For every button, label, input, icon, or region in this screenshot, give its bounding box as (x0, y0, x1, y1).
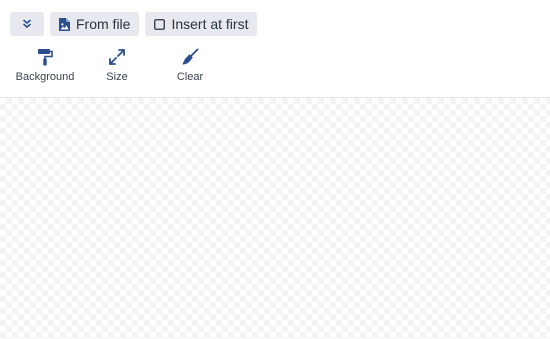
double-chevron-down-icon (22, 16, 32, 32)
tool-background[interactable]: Background (16, 46, 74, 83)
paint-roller-icon (37, 46, 53, 68)
from-file-label: From file (76, 16, 131, 32)
collapse-toolbar-button[interactable] (10, 12, 44, 36)
toolbar: From file Insert at first Background Siz… (0, 0, 550, 98)
from-file-button[interactable]: From file (50, 12, 140, 36)
tool-clear-label: Clear (176, 71, 204, 83)
tool-clear[interactable]: Clear (176, 46, 204, 83)
tool-row: Background Size Clear (0, 46, 550, 90)
insert-at-first-toggle[interactable]: Insert at first (145, 12, 258, 36)
image-editor: From file Insert at first Background Siz… (0, 0, 550, 339)
checkbox-icon[interactable] (154, 18, 166, 30)
transparent-canvas[interactable] (0, 98, 550, 339)
tool-size[interactable]: Size (104, 46, 130, 83)
file-image-icon (59, 17, 70, 31)
expand-arrows-icon (108, 46, 126, 68)
tool-background-label: Background (15, 71, 75, 83)
tool-size-label: Size (106, 71, 128, 83)
insert-at-first-label: Insert at first (171, 16, 249, 32)
toolbar-top-row: From file Insert at first (10, 12, 258, 36)
broom-icon (181, 46, 199, 68)
